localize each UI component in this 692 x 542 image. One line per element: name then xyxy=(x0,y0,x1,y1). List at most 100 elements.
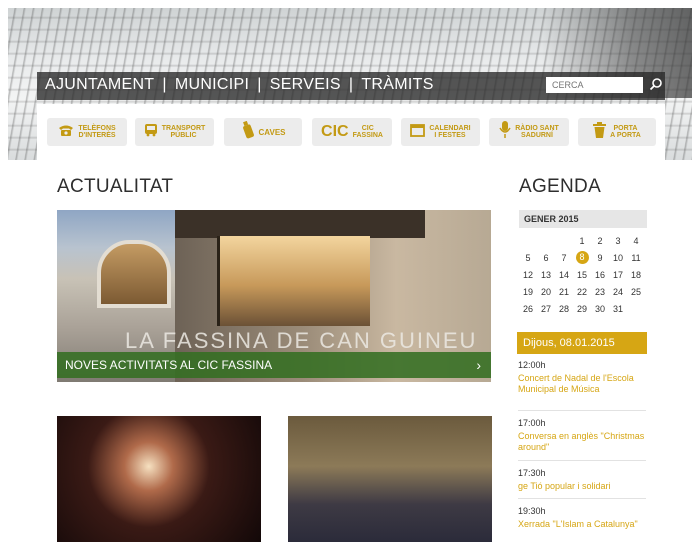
calendar-day[interactable]: 24 xyxy=(609,283,627,300)
nav-item-municipi[interactable]: MUNICIPI xyxy=(175,76,249,94)
calendar-day[interactable]: 25 xyxy=(627,283,645,300)
cic-logo: CIC xyxy=(321,123,349,140)
calendar-day[interactable]: 14 xyxy=(555,266,573,283)
calendar-day[interactable]: 15 xyxy=(573,266,591,283)
quicklink-line: FASSINA xyxy=(352,132,383,139)
calendar-day[interactable]: 4 xyxy=(627,232,645,249)
caption-text: NOVES ACTIVITATS AL CIC FASSINA xyxy=(65,358,273,372)
quicklink-line: I FESTES xyxy=(434,132,466,139)
calendar-day[interactable]: 28 xyxy=(555,300,573,317)
quicklink-line: D'INTERÈS xyxy=(78,132,116,139)
microphone-icon xyxy=(499,120,511,144)
calendar-day[interactable]: 3 xyxy=(609,232,627,249)
quicklink-line: CALENDARI xyxy=(429,125,471,132)
calendar-icon xyxy=(410,123,426,142)
agenda-event[interactable]: 17:30h ge Tió popular i solidari xyxy=(518,468,646,499)
calendar-empty xyxy=(537,232,555,249)
bottle-icon xyxy=(241,120,255,144)
main-navigation: AJUNTAMENT | MUNICIPI | SERVEIS | TRÀMIT… xyxy=(37,72,665,100)
calendar-day[interactable]: 12 xyxy=(519,266,537,283)
calendar-day[interactable]: 30 xyxy=(591,300,609,317)
image-arch xyxy=(97,240,171,308)
calendar-week: 1234 xyxy=(519,232,645,249)
calendar-grid: 1 2 3 4 5 6 7 8 9 10 11 12 13 14 15 16 17 18 19 20 21 22 23 24 2… xyxy=(519,232,645,317)
quicklink-calendari[interactable]: CALENDARI I FESTES xyxy=(401,118,480,146)
calendar-empty xyxy=(519,232,537,249)
calendar-day[interactable]: 5 xyxy=(519,249,537,266)
calendar-month: GENER 2015 xyxy=(519,210,647,228)
featured-news-image[interactable]: LA FASSINA DE CAN GUINEU NOVES ACTIVITAT… xyxy=(57,210,491,382)
event-title[interactable]: ge Tió popular i solidari xyxy=(518,481,646,492)
nav-item-ajuntament[interactable]: AJUNTAMENT xyxy=(45,76,154,94)
quicklink-line: RÀDIO SANT xyxy=(515,125,559,132)
quicklink-cic-fassina[interactable]: CIC CIC FASSINA xyxy=(312,118,392,146)
quicklink-line: PORTA xyxy=(613,125,638,132)
bus-icon xyxy=(144,123,158,142)
calendar-day[interactable]: 17 xyxy=(609,266,627,283)
search-input[interactable] xyxy=(546,77,643,93)
calendar-day[interactable]: 1 xyxy=(573,232,591,249)
calendar-day[interactable]: 31 xyxy=(609,300,627,317)
calendar-day[interactable]: 8 xyxy=(573,249,591,266)
featured-news-caption[interactable]: NOVES ACTIVITATS AL CIC FASSINA › xyxy=(57,352,491,378)
quicklink-label: CIC FASSINA xyxy=(353,125,383,139)
calendar-week: 19 20 21 22 23 24 25 xyxy=(519,283,645,300)
quicklink-label: PORTA A PORTA xyxy=(610,125,641,139)
nav-separator: | xyxy=(348,76,354,93)
nav-item-tramits[interactable]: TRÀMITS xyxy=(361,76,433,94)
calendar-day[interactable]: 29 xyxy=(573,300,591,317)
actualitat-title: ACTUALITAT xyxy=(57,176,174,197)
calendar-day[interactable]: 13 xyxy=(537,266,555,283)
news-thumbnail-fire-festival[interactable] xyxy=(57,416,261,542)
quicklink-porta-a-porta[interactable]: PORTA A PORTA xyxy=(578,118,656,146)
event-title[interactable]: Xerrada "L'Islam a Catalunya" xyxy=(518,519,646,530)
nav-item-serveis[interactable]: SERVEIS xyxy=(270,76,341,94)
agenda-event[interactable]: 19:30h Xerrada "L'Islam a Catalunya" xyxy=(518,506,646,542)
image-glass-facade xyxy=(217,236,370,326)
calendar-day[interactable]: 9 xyxy=(591,249,609,266)
quicklink-telefons[interactable]: TELÈFONS D'INTERÈS xyxy=(47,118,127,146)
quicklink-label: TELÈFONS D'INTERÈS xyxy=(78,125,115,139)
agenda-event[interactable]: 17:00h Conversa en anglès "Christmas aro… xyxy=(518,418,646,461)
search-icon[interactable] xyxy=(647,76,665,94)
calendar-today[interactable]: 8 xyxy=(575,251,589,264)
chevron-right-icon[interactable]: › xyxy=(476,352,481,378)
event-time: 19:30h xyxy=(518,506,546,516)
calendar-day[interactable]: 11 xyxy=(627,249,645,266)
calendar-day[interactable]: 10 xyxy=(609,249,627,266)
event-time: 17:00h xyxy=(518,418,546,428)
image-sign-text: LA FASSINA DE CAN GUINEU xyxy=(125,328,478,353)
calendar-day[interactable]: 21 xyxy=(555,283,573,300)
event-title[interactable]: Concert de Nadal de l'Escola Municipal d… xyxy=(518,373,646,395)
quicklink-line: A PORTA xyxy=(610,132,641,139)
calendar-day[interactable]: 16 xyxy=(591,266,609,283)
quicklink-label: CAVES xyxy=(258,127,286,137)
calendar-day[interactable]: 7 xyxy=(555,249,573,266)
news-thumbnail-group-photo[interactable] xyxy=(288,416,492,542)
calendar-day[interactable]: 2 xyxy=(591,232,609,249)
quicklink-line: PÚBLIC xyxy=(170,132,197,139)
quicklink-caves[interactable]: CAVES xyxy=(224,118,302,146)
agenda-title: AGENDA xyxy=(519,176,602,197)
event-time: 12:00h xyxy=(518,360,546,370)
calendar-day[interactable]: 18 xyxy=(627,266,645,283)
quicklink-line: TELÈFONS xyxy=(78,125,116,132)
quicklink-label: TRANSPORT PÚBLIC xyxy=(162,125,206,139)
event-title[interactable]: Conversa en anglès "Christmas around" xyxy=(518,431,646,453)
quicklink-transport[interactable]: TRANSPORT PÚBLIC xyxy=(135,118,214,146)
calendar-day[interactable]: 27 xyxy=(537,300,555,317)
agenda-event[interactable]: 12:00h Concert de Nadal de l'Escola Muni… xyxy=(518,360,646,411)
calendar-day[interactable]: 20 xyxy=(537,283,555,300)
calendar-empty xyxy=(555,232,573,249)
calendar-day[interactable]: 19 xyxy=(519,283,537,300)
calendar-day[interactable]: 26 xyxy=(519,300,537,317)
calendar-day[interactable]: 22 xyxy=(573,283,591,300)
quicklink-radio[interactable]: RÀDIO SANT SADURNÍ xyxy=(489,118,569,146)
selected-date: Dijous, 08.01.2015 xyxy=(517,332,647,354)
quicklink-line: SADURNÍ xyxy=(521,132,553,139)
calendar-day[interactable]: 6 xyxy=(537,249,555,266)
trash-bin-icon xyxy=(593,121,607,143)
content-panel: TELÈFONS D'INTERÈS TRANSPORT PÚBLIC CAVE… xyxy=(37,104,665,542)
image-roof xyxy=(175,210,425,238)
calendar-day[interactable]: 23 xyxy=(591,283,609,300)
